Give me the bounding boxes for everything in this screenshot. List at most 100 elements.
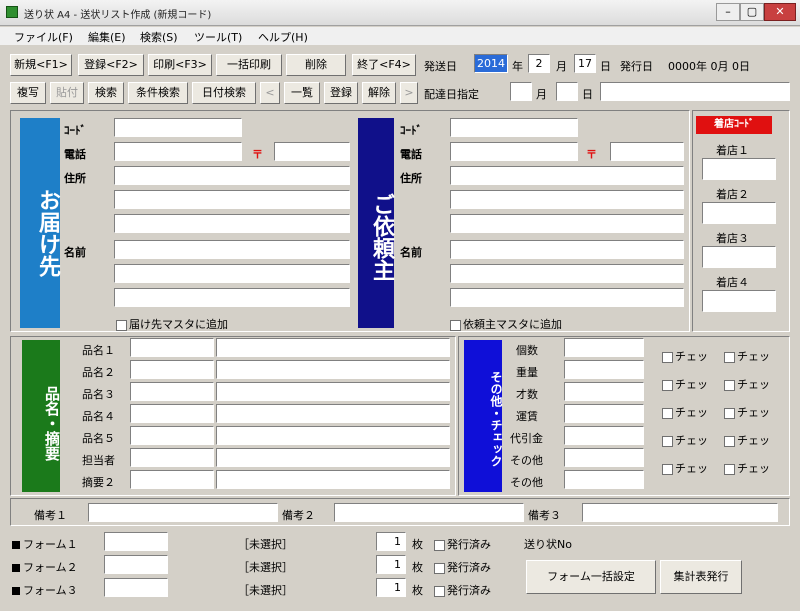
item-2-field-a[interactable]	[130, 360, 214, 379]
store-2-field[interactable]	[702, 202, 776, 224]
sender-name-field-1[interactable]	[450, 240, 684, 259]
print-button[interactable]: 印刷<F3>	[148, 54, 212, 76]
check-2a[interactable]: チェッ	[662, 376, 708, 392]
sender-address-field-2[interactable]	[450, 190, 684, 209]
note-2-field[interactable]	[334, 503, 524, 522]
sender-code-field[interactable]	[450, 118, 578, 137]
menu-tools[interactable]: ツール(T)	[194, 29, 242, 45]
other-1-field[interactable]	[564, 448, 644, 467]
sender-name-field-2[interactable]	[450, 264, 684, 283]
sender-address-field-1[interactable]	[450, 166, 684, 185]
item-1-field-a[interactable]	[130, 338, 214, 357]
next-button[interactable]: >	[400, 82, 418, 104]
form-3-field[interactable]	[104, 578, 168, 597]
exit-button[interactable]: 終了<F4>	[352, 54, 416, 76]
ship-year-field[interactable]: 2014	[474, 54, 508, 73]
close-button[interactable]: ✕	[764, 3, 796, 21]
form-1-count[interactable]: 1	[376, 532, 406, 551]
delete-button[interactable]: 削除	[286, 54, 346, 76]
form-2-field[interactable]	[104, 555, 168, 574]
recipient-zip-field[interactable]	[274, 142, 350, 161]
list-button[interactable]: 一覧	[284, 82, 320, 104]
staff-field-b[interactable]	[216, 448, 450, 467]
check-5b[interactable]: チェッ	[724, 460, 770, 476]
item-5-field-a[interactable]	[130, 426, 214, 445]
store-3-field[interactable]	[702, 246, 776, 268]
sender-zip-field[interactable]	[610, 142, 684, 161]
sender-name-field-3[interactable]	[450, 288, 684, 307]
check-3a[interactable]: チェッ	[662, 404, 708, 420]
register-button[interactable]: 登録<F2>	[78, 54, 144, 76]
item-3-field-b[interactable]	[216, 382, 450, 401]
check-1b[interactable]: チェッ	[724, 348, 770, 364]
volume-field[interactable]	[564, 382, 644, 401]
form-2-count[interactable]: 1	[376, 555, 406, 574]
pieces-field[interactable]	[564, 338, 644, 357]
form-batch-setting-button[interactable]: フォーム一括設定	[526, 560, 656, 594]
check-5a[interactable]: チェッ	[662, 460, 708, 476]
delivery-day-field[interactable]	[556, 82, 578, 101]
form-1-issued-checkbox[interactable]: 発行済み	[434, 536, 491, 552]
item-3-field-a[interactable]	[130, 382, 214, 401]
form-2-issued-checkbox[interactable]: 発行済み	[434, 559, 491, 575]
release-button[interactable]: 解除	[362, 82, 396, 104]
search-button[interactable]: 検索	[88, 82, 124, 104]
menu-file[interactable]: ファイル(F)	[14, 29, 73, 45]
summary-2-field-a[interactable]	[130, 470, 214, 489]
form-1-field[interactable]	[104, 532, 168, 551]
menu-help[interactable]: ヘルプ(H)	[258, 29, 308, 45]
item-2-field-b[interactable]	[216, 360, 450, 379]
ship-day-field[interactable]: 17	[574, 54, 596, 73]
recipient-tel-field[interactable]	[114, 142, 242, 161]
new-button[interactable]: 新規<F1>	[10, 54, 72, 76]
form-3-issued-checkbox[interactable]: 発行済み	[434, 582, 491, 598]
save-button[interactable]: 登録	[324, 82, 358, 104]
recipient-master-checkbox[interactable]: 届け先マスタに追加	[116, 316, 228, 332]
store-4-field[interactable]	[702, 290, 776, 312]
check-4a[interactable]: チェッ	[662, 432, 708, 448]
recipient-address-field-1[interactable]	[114, 166, 350, 185]
item-4-field-a[interactable]	[130, 404, 214, 423]
prev-button[interactable]: <	[260, 82, 280, 104]
sender-master-checkbox[interactable]: 依頼主マスタに追加	[450, 316, 562, 332]
note-3-field[interactable]	[582, 503, 778, 522]
delivery-month-field[interactable]	[510, 82, 532, 101]
store-1-field[interactable]	[702, 158, 776, 180]
item-4-field-b[interactable]	[216, 404, 450, 423]
recipient-name-field-3[interactable]	[114, 288, 350, 307]
recipient-name-field-1[interactable]	[114, 240, 350, 259]
menu-edit[interactable]: 編集(E)	[88, 29, 126, 45]
batch-print-button[interactable]: 一括印刷	[216, 54, 282, 76]
copy-button[interactable]: 複写	[10, 82, 46, 104]
tally-issue-button[interactable]: 集計表発行	[660, 560, 742, 594]
delivery-day-unit: 日	[582, 88, 593, 101]
maximize-button[interactable]: ▢	[740, 3, 764, 21]
recipient-address-field-2[interactable]	[114, 190, 350, 209]
note-1-field[interactable]	[88, 503, 278, 522]
cod-field[interactable]	[564, 426, 644, 445]
recipient-code-field[interactable]	[114, 118, 242, 137]
sender-address-field-3[interactable]	[450, 214, 684, 233]
delivery-note-field[interactable]	[600, 82, 790, 101]
other-2-field[interactable]	[564, 470, 644, 489]
item-1-field-b[interactable]	[216, 338, 450, 357]
recipient-name-field-2[interactable]	[114, 264, 350, 283]
weight-field[interactable]	[564, 360, 644, 379]
date-search-button[interactable]: 日付検索	[192, 82, 256, 104]
summary-2-field-b[interactable]	[216, 470, 450, 489]
check-4b[interactable]: チェッ	[724, 432, 770, 448]
paste-button[interactable]: 貼付	[50, 82, 84, 104]
check-2b[interactable]: チェッ	[724, 376, 770, 392]
form-3-count[interactable]: 1	[376, 578, 406, 597]
check-3b[interactable]: チェッ	[724, 404, 770, 420]
recipient-address-field-3[interactable]	[114, 214, 350, 233]
minimize-button[interactable]: –	[716, 3, 740, 21]
ship-month-field[interactable]: 2	[528, 54, 550, 73]
sender-tel-field[interactable]	[450, 142, 578, 161]
menu-search[interactable]: 検索(S)	[140, 29, 178, 45]
staff-field-a[interactable]	[130, 448, 214, 467]
fare-field[interactable]	[564, 404, 644, 423]
condition-search-button[interactable]: 条件検索	[128, 82, 188, 104]
check-1a[interactable]: チェッ	[662, 348, 708, 364]
item-5-field-b[interactable]	[216, 426, 450, 445]
